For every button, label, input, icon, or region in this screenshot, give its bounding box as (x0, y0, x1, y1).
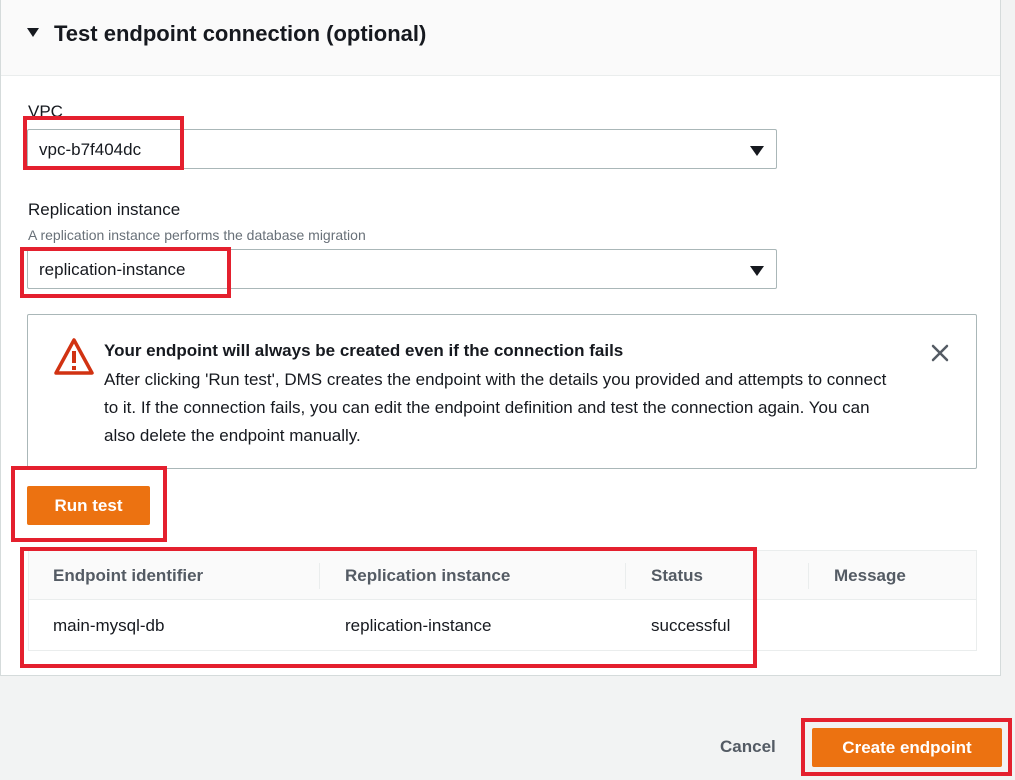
column-header-message: Message (834, 566, 906, 585)
create-endpoint-button[interactable]: Create endpoint (812, 728, 1002, 767)
alert-title: Your endpoint will always be created eve… (104, 341, 624, 360)
cancel-button[interactable]: Cancel (720, 736, 776, 758)
results-table: Endpoint identifier Replication instance… (28, 550, 977, 651)
table-header: Endpoint identifier Replication instance… (29, 551, 976, 600)
replication-instance-select[interactable]: replication-instance (27, 249, 777, 289)
column-header-status: Status (651, 566, 703, 585)
dropdown-arrow-icon (750, 146, 764, 156)
vpc-label: VPC (28, 102, 63, 121)
vpc-selected-value: vpc-b7f404dc (39, 140, 142, 159)
replication-instance-label: Replication instance (28, 200, 181, 219)
caret-down-icon[interactable] (27, 28, 39, 37)
warning-icon (54, 338, 94, 375)
test-connection-panel: Test endpoint connection (optional) VPC … (0, 0, 1001, 676)
section-title: Test endpoint connection (optional) (54, 21, 427, 46)
warning-alert: Your endpoint will always be created eve… (27, 314, 977, 469)
alert-body: After clicking 'Run test', DMS creates t… (104, 370, 887, 445)
close-icon[interactable] (926, 339, 954, 367)
run-test-button[interactable]: Run test (27, 486, 150, 525)
column-divider (808, 563, 809, 589)
cell-replication-instance: replication-instance (345, 616, 492, 635)
cell-endpoint-identifier: main-mysql-db (53, 616, 165, 635)
dropdown-arrow-icon (750, 266, 764, 276)
replication-instance-selected-value: replication-instance (39, 260, 186, 279)
section-header[interactable]: Test endpoint connection (optional) (1, 0, 1000, 76)
column-header-endpoint-identifier: Endpoint identifier (53, 566, 204, 585)
column-divider (319, 563, 320, 589)
vpc-select[interactable]: vpc-b7f404dc (27, 129, 777, 169)
cell-status: successful (651, 616, 731, 635)
column-divider (625, 563, 626, 589)
column-header-replication-instance: Replication instance (345, 566, 511, 585)
replication-instance-description: A replication instance performs the data… (28, 227, 366, 243)
